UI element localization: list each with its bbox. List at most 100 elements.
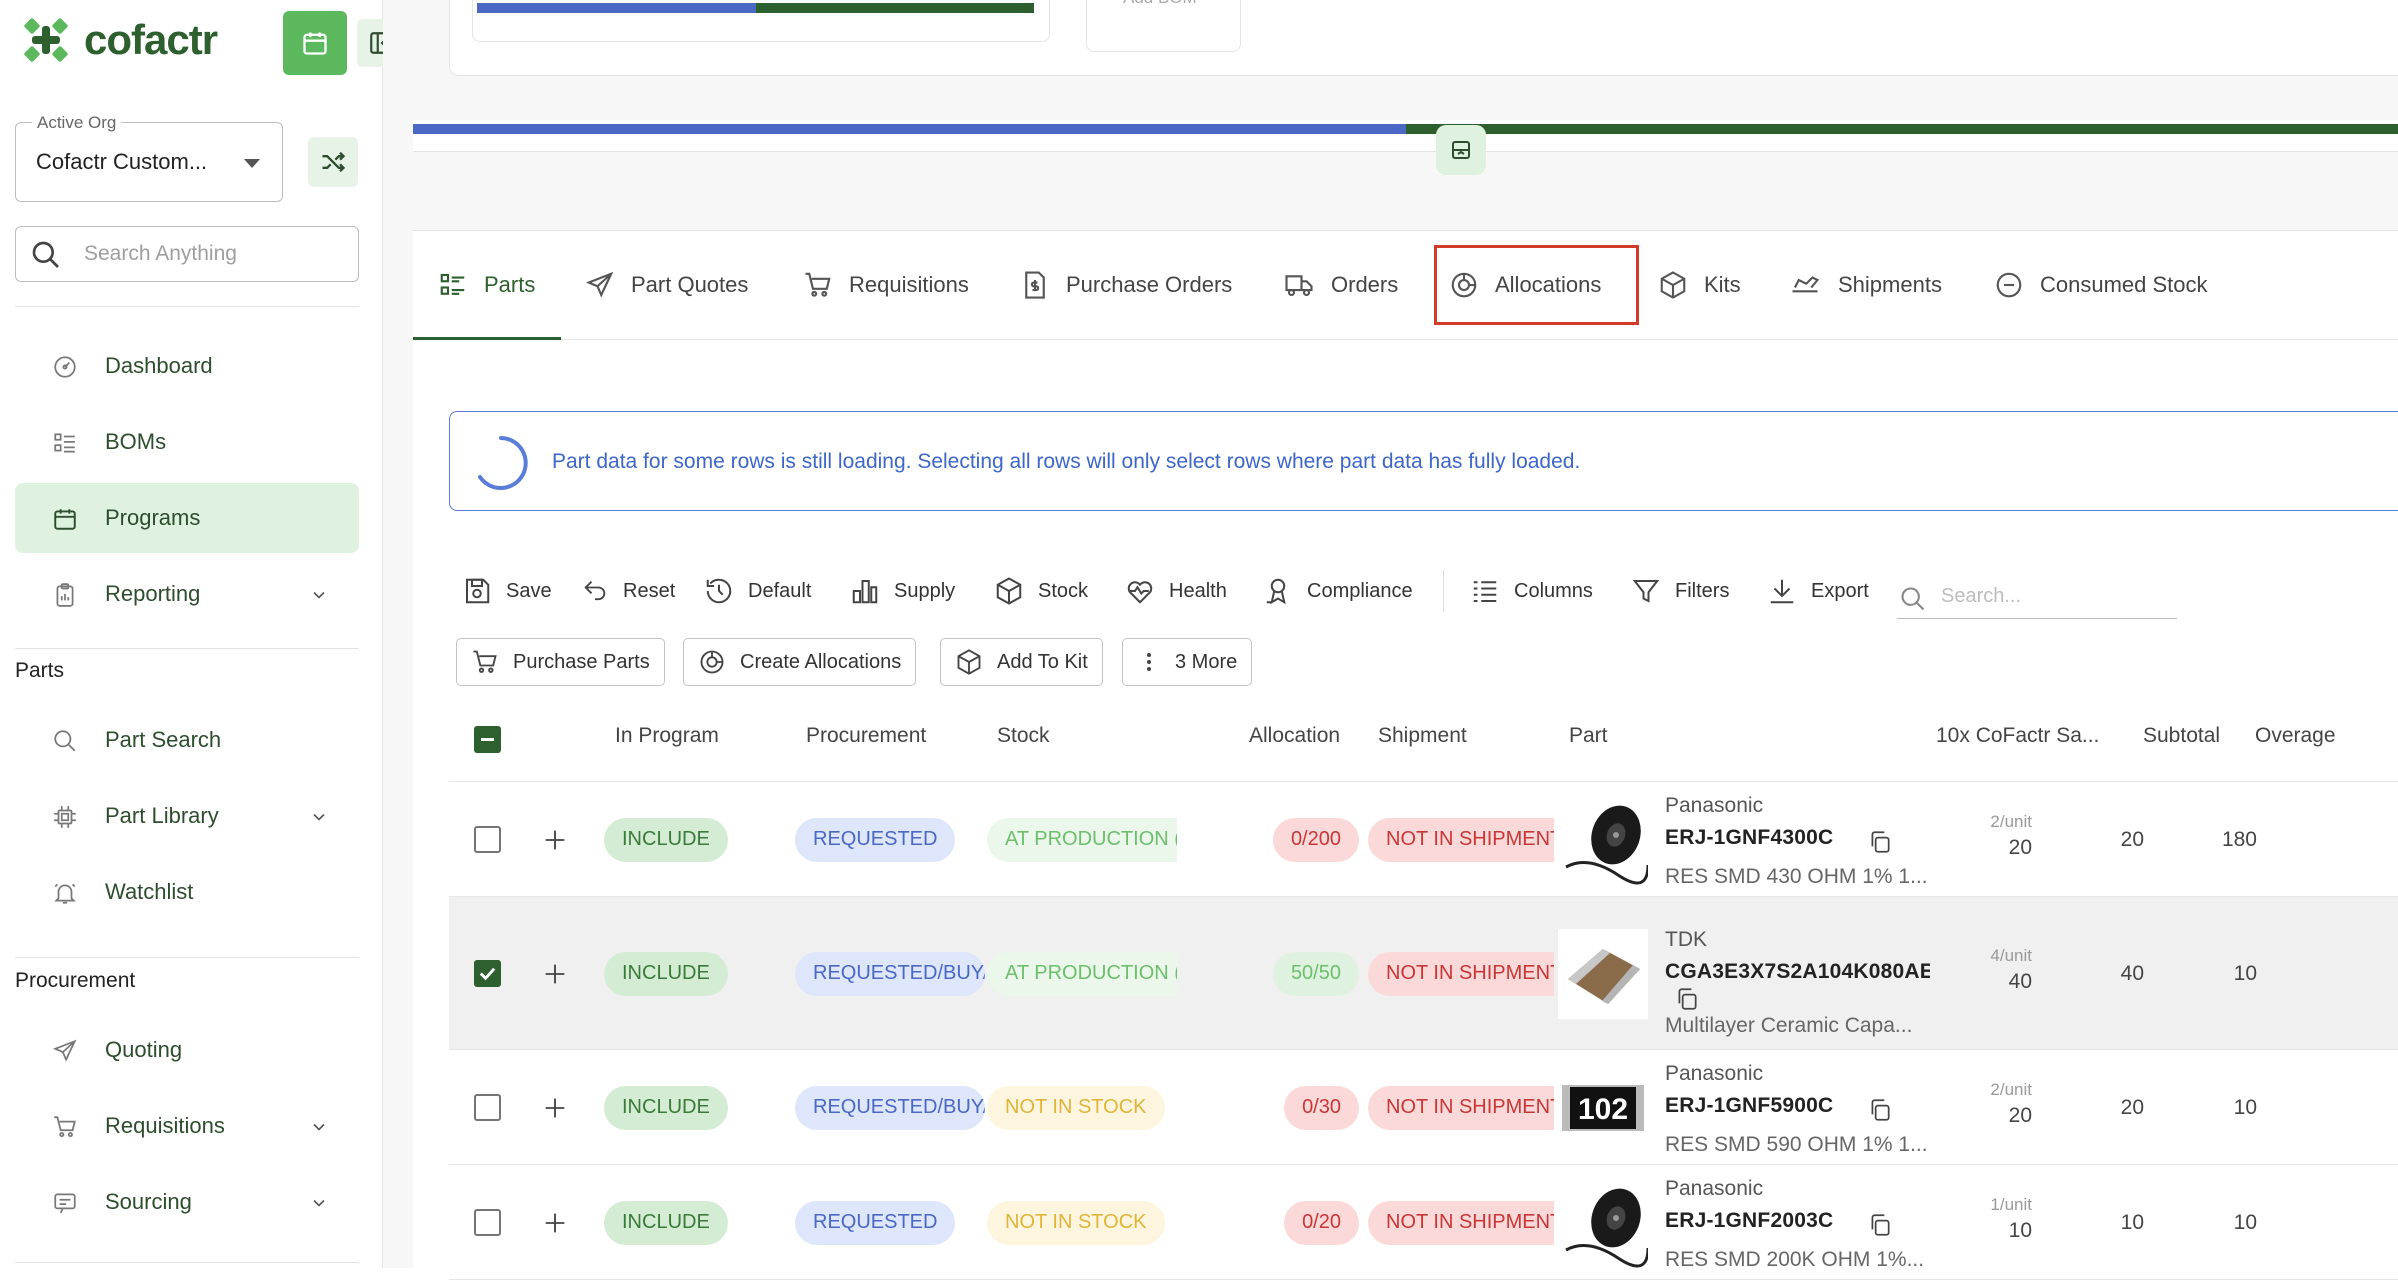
allocation-badge[interactable]: 50/50 bbox=[1272, 951, 1359, 996]
column-header-sample-qty[interactable]: 10x CoFactr Sa... bbox=[1936, 724, 2099, 748]
sidebar-item-programs[interactable]: Programs bbox=[15, 483, 359, 553]
column-header-overage[interactable]: Overage bbox=[2255, 724, 2336, 748]
table-row[interactable]: INCLUDE REQUESTED/BUYA NOT IN STOCK 0/30 NOT… bbox=[449, 1050, 2398, 1165]
column-header-allocation[interactable]: Allocation bbox=[1249, 724, 1340, 748]
health-button[interactable]: Health bbox=[1125, 575, 1227, 607]
table-row[interactable]: INCLUDE REQUESTED NOT IN STOCK 0/20 NOT IN S… bbox=[449, 1165, 2398, 1280]
procurement-badge: REQUESTED bbox=[795, 1200, 956, 1245]
tab-shipments[interactable]: Shipments bbox=[1788, 231, 1942, 339]
allocation-badge[interactable]: 0/200 bbox=[1272, 817, 1359, 862]
stock-button[interactable]: Stock bbox=[994, 575, 1088, 607]
create-allocations-button[interactable]: Create Allocations bbox=[683, 638, 917, 686]
tab-kits[interactable]: Kits bbox=[1658, 231, 1741, 339]
table-search-input[interactable]: Search... bbox=[1897, 575, 2177, 619]
programs-calendar-button[interactable] bbox=[283, 11, 347, 75]
procurement-text: REQUESTED/BUYA bbox=[813, 962, 985, 984]
sidebar-item-boms[interactable]: BOMs bbox=[15, 407, 359, 477]
part-mpn[interactable]: ERJ-1GNF4300C bbox=[1665, 826, 1833, 850]
column-header-shipment[interactable]: Shipment bbox=[1378, 724, 1467, 748]
tab-part-quotes[interactable]: Part Quotes bbox=[585, 231, 748, 339]
part-thumbnail[interactable] bbox=[1558, 794, 1648, 885]
in-program-text: INCLUDE bbox=[622, 1211, 710, 1233]
export-button[interactable]: Export bbox=[1767, 575, 1869, 607]
global-search-input[interactable]: Search Anything bbox=[15, 226, 359, 282]
switch-org-button[interactable] bbox=[308, 137, 358, 187]
toolbar-label: Stock bbox=[1038, 579, 1089, 602]
purchase-parts-button[interactable]: Purchase Parts bbox=[456, 638, 665, 686]
sidebar-item-dashboard[interactable]: Dashboard bbox=[15, 331, 359, 401]
chevron-down-icon bbox=[313, 591, 325, 599]
resistor-thumb-icon: 102 bbox=[1558, 1062, 1648, 1153]
column-header-subtotal[interactable]: Subtotal bbox=[2143, 724, 2220, 748]
allocation-badge[interactable]: 0/20 bbox=[1284, 1200, 1359, 1245]
sidebar-item-part-library[interactable]: Part Library bbox=[15, 781, 359, 851]
tab-requisitions[interactable]: Requisitions bbox=[803, 231, 969, 339]
tab-consumed-stock[interactable]: Consumed Stock bbox=[1994, 231, 2208, 339]
save-button[interactable]: Save bbox=[462, 575, 552, 607]
cofactr-logo[interactable]: cofactr bbox=[22, 16, 218, 64]
chevron-down-icon bbox=[313, 813, 325, 821]
row-checkbox[interactable] bbox=[474, 959, 501, 987]
in-program-badge[interactable]: INCLUDE bbox=[604, 817, 728, 862]
add-to-kit-button[interactable]: Add To Kit bbox=[940, 638, 1103, 686]
tab-orders[interactable]: Orders bbox=[1283, 231, 1398, 339]
column-header-part[interactable]: Part bbox=[1569, 724, 1608, 748]
calendar-icon bbox=[54, 509, 76, 530]
sidebar-item-reporting[interactable]: Reporting bbox=[15, 559, 359, 629]
sidebar-item-quoting[interactable]: Quoting bbox=[15, 1015, 359, 1085]
supply-button[interactable]: Supply bbox=[850, 575, 955, 607]
part-mpn[interactable]: CGA3E3X7S2A104K080AE bbox=[1665, 960, 1930, 984]
sidebar-item-sourcing[interactable]: Sourcing bbox=[15, 1167, 359, 1237]
columns-button[interactable]: Columns bbox=[1470, 575, 1593, 607]
cart-icon bbox=[805, 272, 831, 297]
shipment-badge: NOT IN SHIPMENT bbox=[1368, 1085, 1554, 1130]
allocation-badge[interactable]: 0/30 bbox=[1284, 1085, 1359, 1130]
indeterminate-mark bbox=[481, 738, 494, 741]
active-org-select[interactable]: Active Org Cofactr Custom... bbox=[15, 113, 283, 202]
column-header-procurement[interactable]: Procurement bbox=[806, 724, 926, 748]
sidebar-item-watchlist[interactable]: Watchlist bbox=[15, 857, 359, 927]
reset-button[interactable]: Reset bbox=[581, 575, 675, 607]
expand-row-icon[interactable] bbox=[541, 826, 569, 854]
stock-badge: AT PRODUCTION ( bbox=[987, 951, 1177, 996]
sidebar-item-part-search[interactable]: Part Search bbox=[15, 705, 359, 775]
copy-icon[interactable] bbox=[1674, 986, 1700, 1012]
reel-thumb-icon bbox=[1558, 794, 1648, 885]
row-checkbox[interactable] bbox=[474, 825, 501, 853]
expand-row-icon[interactable] bbox=[541, 1094, 569, 1122]
toolbar-label: Compliance bbox=[1307, 579, 1413, 602]
clipboard-icon bbox=[56, 583, 74, 607]
part-thumbnail[interactable] bbox=[1558, 1177, 1648, 1268]
section-title-parts: Parts bbox=[15, 659, 65, 682]
sidebar-item-requisitions[interactable]: Requisitions bbox=[15, 1091, 359, 1161]
part-mpn[interactable]: ERJ-1GNF2003C bbox=[1665, 1209, 1833, 1233]
tab-purchase-orders[interactable]: Purchase Orders bbox=[1020, 231, 1232, 339]
more-actions-button[interactable]: 3 More bbox=[1122, 638, 1253, 686]
overage-value: 10 bbox=[2233, 1095, 2257, 1119]
column-header-stock[interactable]: Stock bbox=[997, 724, 1050, 748]
filters-button[interactable]: Filters bbox=[1631, 575, 1729, 607]
in-program-badge[interactable]: INCLUDE bbox=[604, 1085, 728, 1130]
part-thumbnail[interactable] bbox=[1558, 928, 1648, 1019]
collapse-summary-button[interactable] bbox=[1436, 125, 1486, 175]
copy-icon[interactable] bbox=[1867, 829, 1893, 855]
procurement-badge: REQUESTED/BUYA bbox=[795, 1085, 985, 1130]
column-header-in-program[interactable]: In Program bbox=[615, 724, 719, 748]
table-row[interactable]: INCLUDE REQUESTED/BUYA AT PRODUCTION ( 50/5… bbox=[449, 897, 2398, 1050]
part-thumbnail[interactable]: 102 bbox=[1558, 1062, 1648, 1153]
default-button[interactable]: Default bbox=[704, 575, 811, 607]
add-bom-button[interactable]: Add BOM bbox=[1086, 0, 1241, 52]
row-checkbox[interactable] bbox=[474, 1093, 501, 1121]
select-all-checkbox[interactable] bbox=[474, 726, 501, 753]
part-mpn[interactable]: ERJ-1GNF5900C bbox=[1665, 1094, 1833, 1118]
tab-parts[interactable]: Parts bbox=[438, 231, 535, 339]
expand-row-icon[interactable] bbox=[541, 1209, 569, 1237]
copy-icon[interactable] bbox=[1867, 1212, 1893, 1238]
expand-row-icon[interactable] bbox=[541, 960, 569, 988]
in-program-badge[interactable]: INCLUDE bbox=[604, 951, 728, 996]
in-program-badge[interactable]: INCLUDE bbox=[604, 1200, 728, 1245]
copy-icon[interactable] bbox=[1867, 1097, 1893, 1123]
table-row[interactable]: INCLUDE REQUESTED AT PRODUCTION (0/200 NOT … bbox=[449, 782, 2398, 897]
compliance-button[interactable]: Compliance bbox=[1263, 575, 1413, 607]
row-checkbox[interactable] bbox=[474, 1208, 501, 1236]
